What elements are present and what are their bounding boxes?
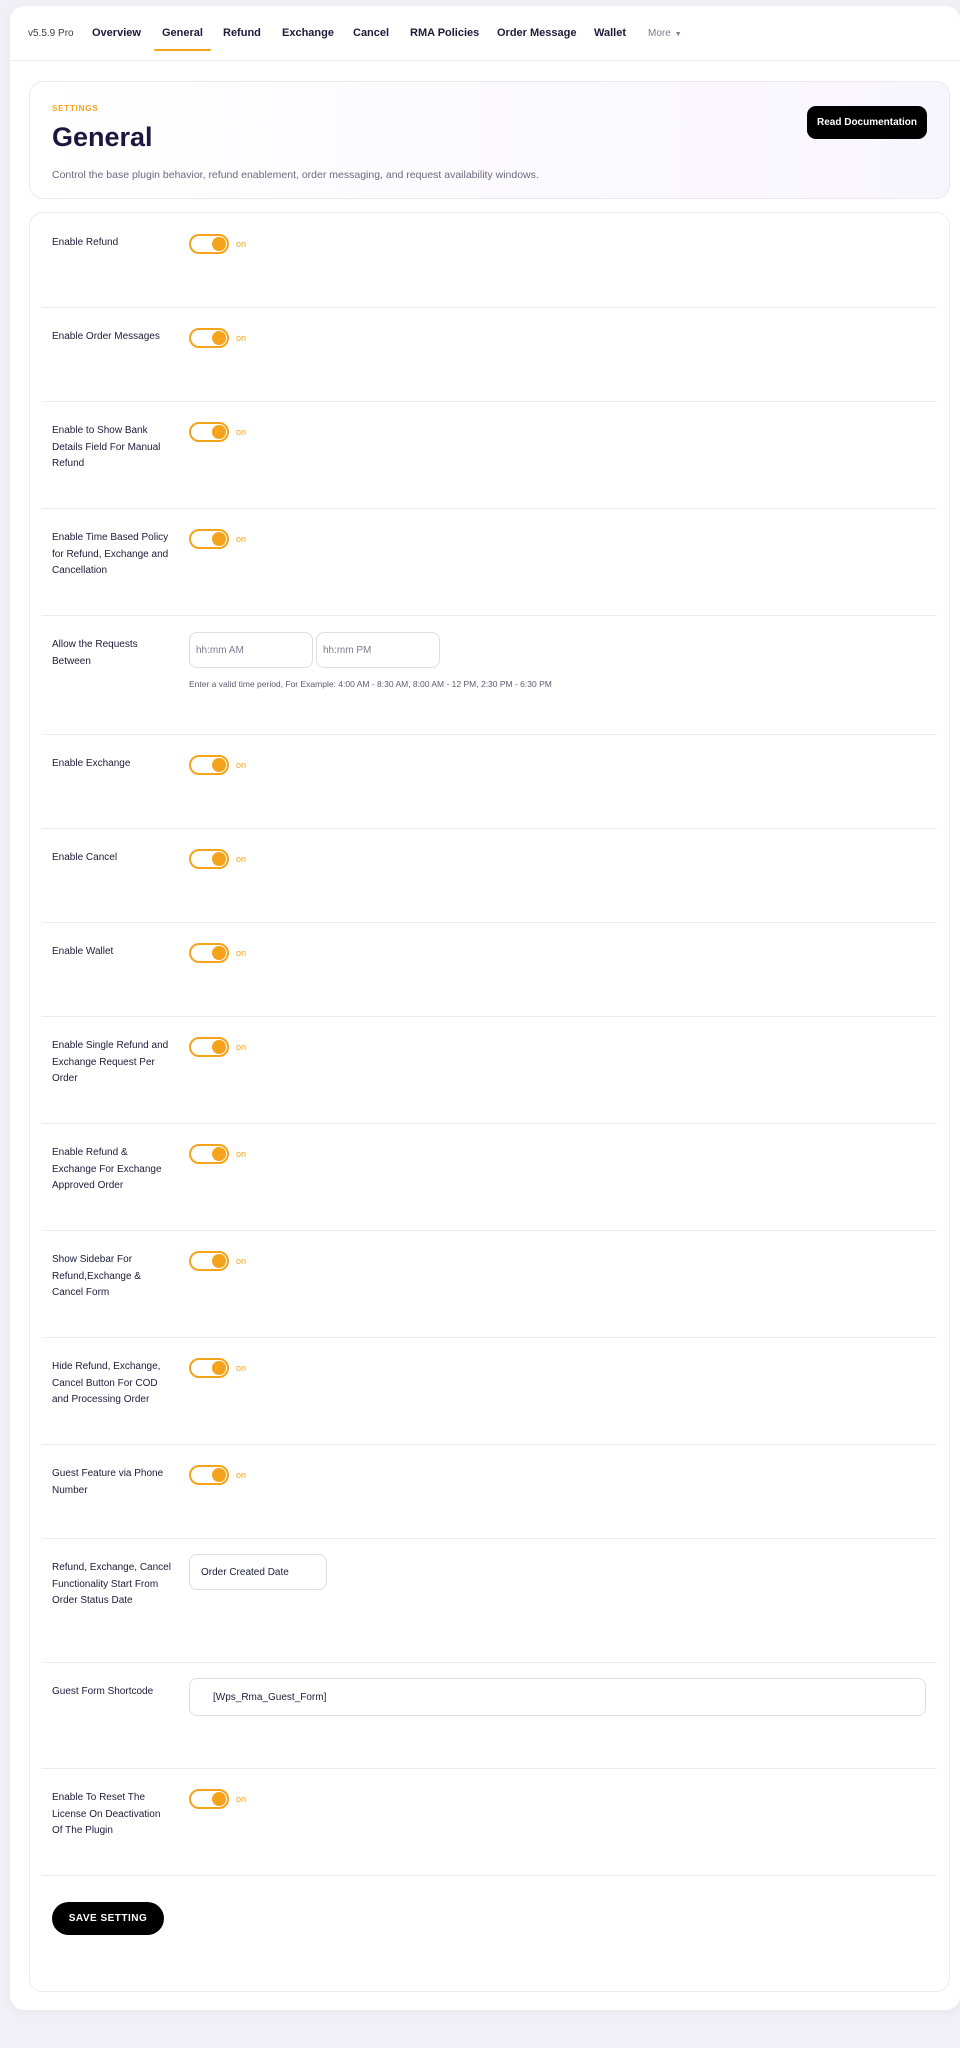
hide-buttons-cod-toggle[interactable]	[189, 1358, 229, 1378]
toggle-knob	[212, 1147, 226, 1161]
show-sidebar-toggle[interactable]	[189, 1251, 229, 1271]
page-header: SETTINGS General Control the base plugin…	[29, 81, 950, 199]
toggle-state-label: on	[236, 534, 247, 544]
setting-label: Enable Wallet	[52, 946, 114, 957]
tab-order-message[interactable]: Order Message	[497, 27, 576, 39]
end-time-input[interactable]: hh:mm PM	[316, 632, 440, 668]
setting-row-single-request: Enable Single Refund and Exchange Reques…	[42, 1016, 937, 1124]
toggle-state-label: on	[236, 1149, 247, 1159]
setting-row-enable-refund: Enable Refund on	[42, 213, 937, 308]
start-time-input[interactable]: hh:mm AM	[189, 632, 313, 668]
order-status-date-select[interactable]: Order Created Date	[189, 1554, 327, 1590]
setting-row-enable-cancel: Enable Cancel on	[42, 828, 937, 923]
exchange-approved-order-toggle[interactable]	[189, 1144, 229, 1164]
setting-row-enable-wallet: Enable Wallet on	[42, 922, 937, 1017]
toggle-knob	[212, 425, 226, 439]
guest-form-shortcode-input[interactable]: [Wps_Rma_Guest_Form]	[189, 1678, 926, 1716]
setting-label: Enable Time Based Policy for Refund, Exc…	[52, 532, 169, 576]
enable-wallet-toggle[interactable]	[189, 943, 229, 963]
setting-row-allow-requests-between: Allow the Requests Between hh:mm AM hh:m…	[42, 615, 937, 735]
toggle-state-label: on	[236, 427, 247, 437]
setting-label: Allow the Requests Between	[52, 639, 138, 667]
toggle-state-label: on	[236, 1363, 247, 1373]
toggle-knob	[212, 1254, 226, 1268]
enable-refund-toggle[interactable]	[189, 234, 229, 254]
toggle-state-label: on	[236, 1470, 247, 1480]
settings-form: Enable Refund on Enable Order Messages o…	[29, 212, 950, 1992]
toggle-knob	[212, 331, 226, 345]
tab-rma-policies[interactable]: RMA Policies	[410, 27, 479, 39]
chevron-down-icon: ▼	[674, 31, 682, 38]
toggle-knob	[212, 237, 226, 251]
setting-label: Hide Refund, Exchange, Cancel Button For…	[52, 1361, 161, 1405]
toggle-state-label: on	[236, 760, 247, 770]
enable-exchange-toggle[interactable]	[189, 755, 229, 775]
enable-order-messages-toggle[interactable]	[189, 328, 229, 348]
toggle-state-label: on	[236, 333, 247, 343]
time-based-policy-toggle[interactable]	[189, 529, 229, 549]
toggle-state-label: on	[236, 1256, 247, 1266]
setting-label: Enable to Show Bank Details Field For Ma…	[52, 425, 161, 469]
single-request-toggle[interactable]	[189, 1037, 229, 1057]
more-label: More	[648, 28, 671, 39]
enable-cancel-toggle[interactable]	[189, 849, 229, 869]
setting-row-order-status-date: Refund, Exchange, Cancel Functionality S…	[42, 1538, 937, 1663]
bank-details-toggle[interactable]	[189, 422, 229, 442]
setting-row-enable-order-messages: Enable Order Messages on	[42, 307, 937, 402]
setting-row-enable-exchange: Enable Exchange on	[42, 734, 937, 829]
toggle-state-label: on	[236, 948, 247, 958]
more-menu[interactable]: More ▼	[648, 28, 682, 39]
setting-label: Enable Single Refund and Exchange Reques…	[52, 1040, 169, 1084]
toggle-state-label: on	[236, 1042, 247, 1052]
toggle-knob	[212, 1361, 226, 1375]
guest-phone-toggle[interactable]	[189, 1465, 229, 1485]
setting-row-bank-details: Enable to Show Bank Details Field For Ma…	[42, 401, 937, 509]
setting-row-reset-license: Enable To Reset The License On Deactivat…	[42, 1768, 937, 1876]
page-title: General	[52, 122, 153, 152]
toggle-state-label: on	[236, 239, 247, 249]
toggle-knob	[212, 852, 226, 866]
setting-label: Enable Refund & Exchange For Exchange Ap…	[52, 1147, 162, 1191]
tab-exchange[interactable]: Exchange	[282, 27, 334, 39]
toggle-knob	[212, 758, 226, 772]
setting-row-hide-buttons-cod: Hide Refund, Exchange, Cancel Button For…	[42, 1337, 937, 1445]
toggle-state-label: on	[236, 1794, 247, 1804]
setting-row-guest-form-shortcode: Guest Form Shortcode [Wps_Rma_Guest_Form…	[42, 1662, 937, 1769]
setting-row-exchange-approved-order: Enable Refund & Exchange For Exchange Ap…	[42, 1123, 937, 1231]
read-documentation-button[interactable]: Read Documentation	[807, 106, 927, 139]
setting-row-guest-phone: Guest Feature via Phone Number on	[42, 1444, 937, 1539]
tab-overview[interactable]: Overview	[92, 27, 141, 39]
setting-row-time-based-policy: Enable Time Based Policy for Refund, Exc…	[42, 508, 937, 616]
setting-label: Enable Cancel	[52, 852, 118, 863]
tab-wallet[interactable]: Wallet	[594, 27, 626, 39]
top-navigation: v5.5.9 Pro Overview General Refund Excha…	[10, 6, 960, 61]
setting-label: Refund, Exchange, Cancel Functionality S…	[52, 1562, 171, 1606]
page-description: Control the base plugin behavior, refund…	[52, 169, 539, 181]
setting-label: Enable Refund	[52, 237, 119, 248]
setting-label: Enable To Reset The License On Deactivat…	[52, 1792, 161, 1836]
toggle-knob	[212, 1792, 226, 1806]
section-eyebrow: SETTINGS	[52, 104, 99, 113]
toggle-knob	[212, 532, 226, 546]
toggle-knob	[212, 946, 226, 960]
version-label: v5.5.9 Pro	[28, 28, 74, 39]
setting-label: Show Sidebar For Refund,Exchange & Cance…	[52, 1254, 141, 1298]
tab-refund[interactable]: Refund	[223, 27, 261, 39]
tab-general[interactable]: General	[154, 27, 211, 51]
tab-cancel[interactable]: Cancel	[353, 27, 389, 39]
save-setting-button[interactable]: SAVE SETTING	[52, 1902, 164, 1935]
settings-page: v5.5.9 Pro Overview General Refund Excha…	[10, 6, 960, 2010]
reset-license-toggle[interactable]	[189, 1789, 229, 1809]
setting-label: Enable Order Messages	[52, 331, 160, 342]
setting-label: Guest Form Shortcode	[52, 1686, 154, 1697]
setting-row-show-sidebar: Show Sidebar For Refund,Exchange & Cance…	[42, 1230, 937, 1338]
setting-label: Enable Exchange	[52, 758, 131, 769]
time-range-help-text: Enter a valid time period, For Example: …	[189, 679, 552, 689]
toggle-state-label: on	[236, 854, 247, 864]
toggle-knob	[212, 1468, 226, 1482]
setting-label: Guest Feature via Phone Number	[52, 1468, 164, 1496]
toggle-knob	[212, 1040, 226, 1054]
